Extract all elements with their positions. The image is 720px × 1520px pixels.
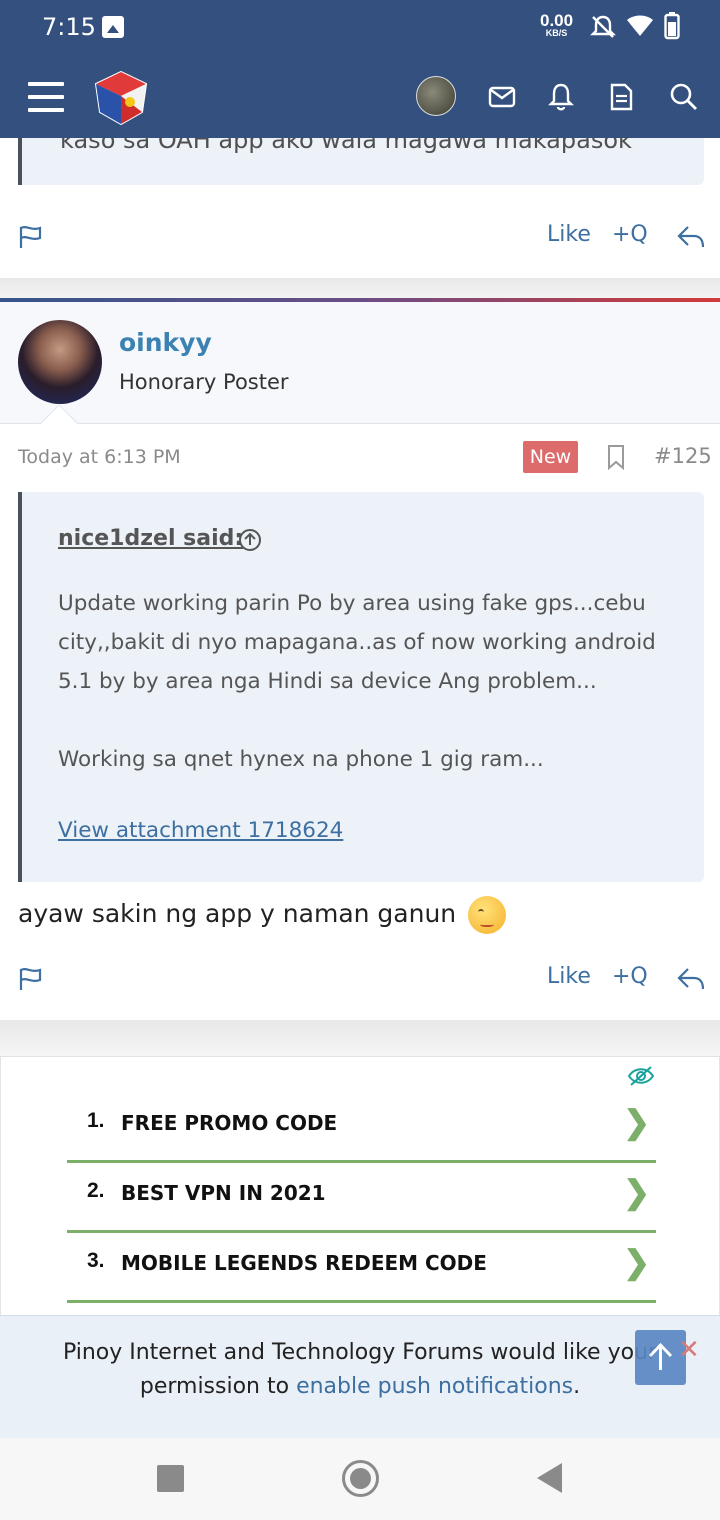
report-flag-icon[interactable] — [18, 966, 44, 992]
ad-item[interactable]: 2. BEST VPN IN 2021 ❯ — [67, 1163, 656, 1233]
user-block-pointer — [39, 404, 79, 444]
post-separator — [0, 278, 720, 300]
hide-ad-eye-icon[interactable] — [627, 1065, 655, 1087]
quote-author-link[interactable]: nice1dzel said: — [58, 526, 243, 551]
user-avatar-small[interactable] — [416, 76, 456, 116]
chevron-right-icon: ❯ — [623, 1174, 650, 1210]
home-button[interactable] — [342, 1460, 379, 1497]
post-actions: Like +Q — [0, 950, 720, 1010]
wifi-icon — [627, 15, 653, 36]
android-navigation-bar — [0, 1438, 720, 1520]
status-bar: 7:15 0.00 KB/S — [0, 0, 720, 56]
like-button[interactable]: Like — [547, 964, 591, 989]
quote-block: nice1dzel said: Update working parin Po … — [18, 492, 704, 882]
ad-item[interactable]: 3. MOBILE LEGENDS REDEEM CODE ❯ — [67, 1233, 656, 1303]
post-timestamp[interactable]: Today at 6:13 PM — [18, 446, 181, 468]
chevron-right-icon: ❯ — [623, 1244, 650, 1280]
bookmark-icon[interactable] — [606, 444, 626, 470]
network-speed-unit: KB/S — [545, 28, 568, 38]
post-number[interactable]: #125 — [654, 444, 712, 468]
previous-quote-text: kaso sa OAH app ako wala magawa makapaso… — [60, 138, 632, 154]
post-author-title: Honorary Poster — [119, 370, 289, 394]
search-icon[interactable] — [669, 82, 699, 112]
post-author-name[interactable]: oinkyy — [119, 328, 212, 357]
attachment-link[interactable]: View attachment 1718624 — [58, 818, 343, 843]
ad-item-number: 3. — [87, 1249, 105, 1272]
app-header — [0, 56, 720, 138]
ad-item-label: MOBILE LEGENDS REDEEM CODE — [121, 1251, 487, 1275]
previous-quote-block: kaso sa OAH app ako wala magawa makapaso… — [18, 138, 704, 185]
ad-item-label: BEST VPN IN 2021 — [121, 1181, 326, 1205]
quote-line: Working sa qnet hynex na phone 1 gig ram… — [58, 747, 544, 772]
post-separator — [0, 1020, 720, 1056]
close-icon[interactable]: ✕ — [678, 1334, 700, 1365]
ad-item-label: FREE PROMO CODE — [121, 1111, 338, 1135]
status-time: 7:15 — [42, 13, 96, 41]
image-notification-icon — [102, 16, 124, 38]
push-notification-banner: Pinoy Internet and Technology Forums wou… — [0, 1315, 720, 1438]
previous-post-actions: Like +Q — [0, 208, 720, 268]
ad-item[interactable]: 1. FREE PROMO CODE ❯ — [67, 1093, 656, 1163]
network-speed: 0.00 KB/S — [540, 12, 573, 38]
mail-icon[interactable] — [487, 82, 517, 112]
menu-icon[interactable] — [28, 82, 64, 112]
quote-line: Update working parin Po by area using fa… — [58, 591, 656, 694]
post-author-avatar[interactable] — [18, 320, 102, 404]
new-badge: New — [523, 441, 578, 473]
forum-logo-icon[interactable] — [92, 68, 150, 126]
reply-icon[interactable] — [676, 966, 706, 992]
jump-to-quote-icon[interactable] — [238, 528, 262, 552]
chevron-right-icon: ❯ — [623, 1104, 650, 1140]
document-icon[interactable] — [606, 82, 636, 112]
report-flag-icon[interactable] — [18, 224, 44, 250]
bell-off-icon — [590, 15, 616, 38]
multi-quote-button[interactable]: +Q — [612, 964, 648, 989]
battery-icon — [664, 12, 680, 40]
advertisement: 1. FREE PROMO CODE ❯ 2. BEST VPN IN 2021… — [0, 1056, 720, 1318]
post-user-block: oinkyy Honorary Poster — [0, 302, 720, 444]
multi-quote-button[interactable]: +Q — [612, 222, 648, 247]
like-button[interactable]: Like — [547, 222, 591, 247]
post-message-text: ayaw sakin ng app y naman ganun — [18, 899, 457, 928]
ad-item-number: 2. — [87, 1179, 105, 1202]
quote-text: Update working parin Po by area using fa… — [58, 584, 678, 779]
push-message-end: . — [573, 1374, 581, 1399]
network-speed-value: 0.00 — [540, 11, 574, 30]
back-button[interactable] — [537, 1463, 562, 1493]
push-notification-message: Pinoy Internet and Technology Forums wou… — [20, 1336, 700, 1404]
ad-item-number: 1. — [87, 1109, 105, 1132]
woozy-face-emoji-icon — [468, 896, 507, 934]
recent-apps-button[interactable] — [157, 1465, 184, 1492]
thread-content: kaso sa OAH app ako wala magawa makapaso… — [0, 138, 720, 1438]
reply-icon[interactable] — [676, 224, 706, 250]
enable-push-link[interactable]: enable push notifications — [296, 1374, 573, 1399]
post-message: ayaw sakin ng app y naman ganun — [18, 896, 507, 934]
bell-icon[interactable] — [546, 82, 576, 112]
